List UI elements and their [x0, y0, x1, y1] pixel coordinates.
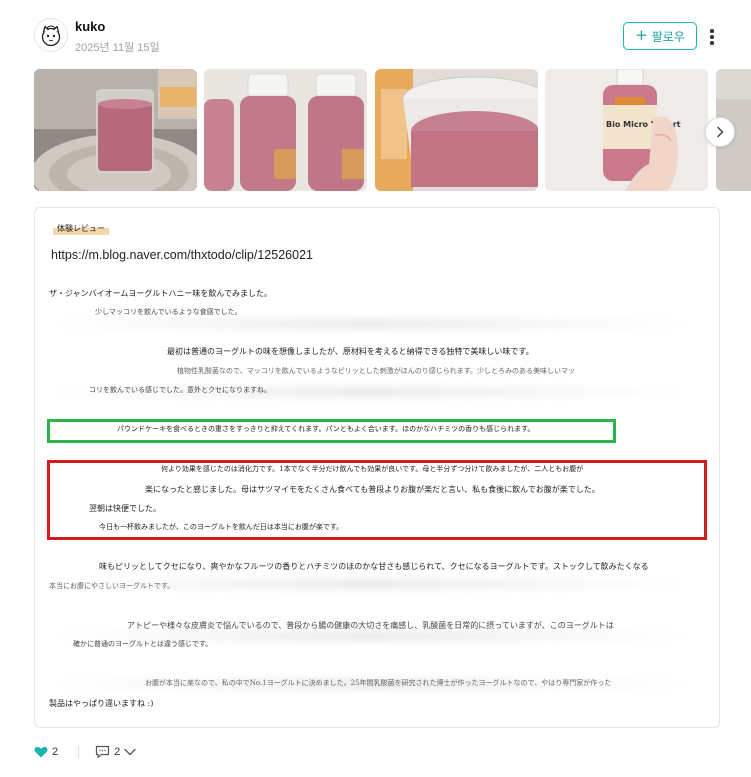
chevron-down-icon[interactable] [124, 748, 136, 756]
comment-icon [96, 745, 110, 759]
review-line-1: ザ・ジャンバイオームヨーグルトハニー味を飲んでみました。 [49, 289, 272, 298]
review-line-7: 何より効果を感じたのは消化力です。1本でなく半分だけ飲んでも効果が良いです。母と… [161, 465, 584, 473]
comment-count: 2 [114, 746, 121, 758]
review-line-14: 確かに普通のヨーグルトとは違う感じです。 [73, 640, 213, 648]
review-line-8: 楽になったと感じました。母はサツマイモをたくさん食べても普段よりお腹が楽だと言い… [145, 485, 600, 494]
blog-link[interactable]: https://m.blog.naver.com/thxtodo/clip/12… [51, 248, 313, 262]
review-line-3: 最初は普通のヨーグルトの味を想像しましたが、原材料を考えると納得できる独特で美味… [167, 347, 534, 356]
username[interactable]: kuko [75, 19, 105, 34]
review-line-15: お腹が本当に楽なので、私の中でNo.1ヨーグルトに決めました。25年間乳酸菌を研… [145, 679, 612, 687]
review-line-11: 味もピリッとしてクセになり、爽やかなフルーツの香りとハチミツのほのかな甘さも感じ… [99, 562, 649, 571]
gallery-next-button[interactable] [705, 117, 735, 147]
review-line-12: 本当にお腹にやさしいヨーグルトです。 [49, 582, 175, 590]
more-options-icon[interactable] [704, 26, 720, 48]
post-date: 2025년 11월 15일 [75, 42, 160, 54]
review-line-4: 植物性乳酸菌なので、マッコリを飲んでいるようなピリッとした刺激がほんのり感じられ… [177, 367, 576, 375]
comment-button[interactable]: 2 [95, 745, 136, 759]
like-button[interactable]: 2 [34, 746, 58, 758]
review-line-9: 翌朝は快便でした。 [89, 504, 161, 513]
review-line-6: パウンドケーキを食べるときの重さをすっきりと抑えてくれます。パンともよく合います… [117, 425, 535, 433]
follow-button[interactable]: + 팔로우 [623, 22, 697, 50]
cat-avatar-icon [41, 25, 61, 47]
gallery-image-3[interactable] [375, 69, 538, 191]
plus-icon: + [635, 26, 648, 44]
gallery-image-1[interactable] [34, 69, 197, 191]
review-line-10: 今日も一杯飲みましたが、このヨーグルトを飲んだ日は本当にお腹が楽です。 [99, 523, 344, 531]
review-line-16: 製品はやっぱり違いますね :) [49, 699, 154, 708]
image-gallery[interactable]: Bio Micro Yogurt [34, 69, 751, 191]
review-content-card: 体験レビュー https://m.blog.naver.com/thxtodo/… [34, 207, 720, 728]
footer-divider [78, 746, 80, 758]
heart-icon [34, 746, 48, 758]
gallery-image-2[interactable] [204, 69, 367, 191]
review-line-5: コリを飲んでいる感じでした。意外とクセになりますね。 [89, 386, 271, 394]
like-count: 2 [52, 746, 59, 758]
avatar[interactable] [34, 18, 68, 52]
review-tag: 体験レビュー [53, 222, 109, 235]
gallery-image-4[interactable]: Bio Micro Yogurt [545, 69, 708, 191]
chevron-right-icon [717, 126, 724, 138]
follow-label: 팔로우 [651, 29, 685, 44]
post-footer: 2 2 [34, 741, 136, 763]
review-line-2: 少しマッコリを飲んでいるような食感でした。 [95, 308, 242, 316]
review-line-13: アトピーや様々な皮膚炎で悩んでいるので、普段から腸の健康の大切さを痛感し、乳酸菌… [127, 621, 614, 630]
post-header: kuko 2025년 11월 15일 + 팔로우 [0, 0, 751, 62]
